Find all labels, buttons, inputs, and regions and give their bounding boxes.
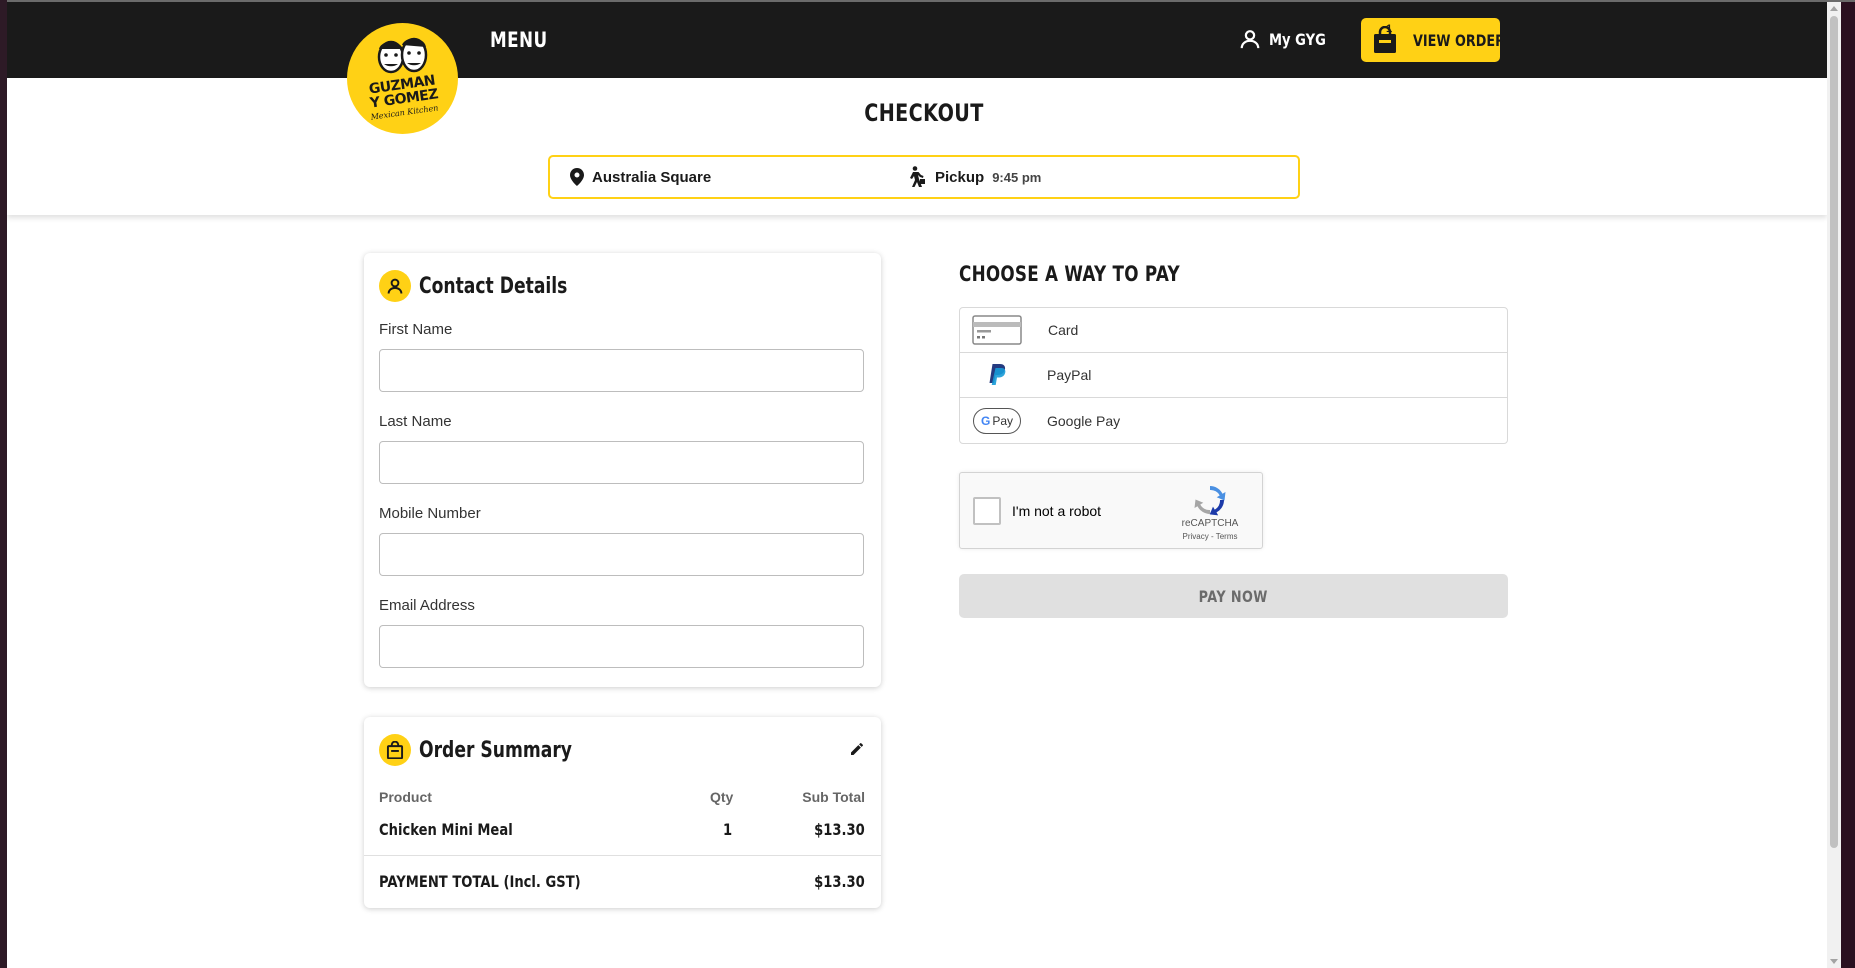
recaptcha-brand: reCAPTCHA: [1181, 518, 1239, 529]
payment-total-label: PAYMENT TOTAL (Incl. GST): [379, 872, 581, 891]
payment-total-value: $13.30: [814, 872, 865, 891]
recaptcha-checkbox[interactable]: [973, 497, 1001, 525]
account-link[interactable]: My GYG: [1239, 28, 1338, 50]
scroll-down-arrow-icon[interactable]: [1830, 959, 1838, 964]
scroll-up-arrow-icon[interactable]: [1830, 6, 1838, 11]
walking-person-icon: [910, 166, 925, 187]
pencil-icon[interactable]: [849, 741, 865, 757]
mobile-number-field[interactable]: [379, 533, 864, 576]
shopping-bag-icon: [379, 734, 411, 766]
recaptcha-widget: I'm not a robot reCAPTCHA Privacy - Term…: [959, 472, 1263, 549]
email-address-field[interactable]: [379, 625, 864, 668]
recaptcha-label: I'm not a robot: [1012, 503, 1102, 519]
view-order-label: VIEW ORDER: [1413, 30, 1505, 50]
order-summary-title: Order Summary: [419, 737, 572, 763]
recaptcha-logo-icon: [1194, 486, 1226, 516]
mobile-number-label: Mobile Number: [379, 505, 481, 522]
payment-method-label: Google Pay: [1047, 412, 1121, 429]
pickup-time: 9:45 pm: [992, 169, 1042, 185]
paypal-icon: [989, 364, 1006, 385]
payment-method-label: Card: [1048, 322, 1079, 338]
order-item-qty: 1: [723, 820, 733, 839]
payment-method-list: Card PayPal G Pay Google Pay: [959, 307, 1508, 444]
cart-count-badge: 1: [1386, 23, 1393, 35]
window-left-edge: [0, 0, 7, 968]
order-item-product: Chicken Mini Meal: [379, 820, 513, 839]
column-header-product: Product: [379, 789, 432, 805]
contact-details-card: Contact Details First Name Last Name Mob…: [364, 253, 881, 687]
first-name-field[interactable]: [379, 349, 864, 392]
page: MENU My GYG 1 VIEW ORDER GUZMAN Y GOMEZ …: [7, 2, 1841, 968]
payment-method-label: PayPal: [1047, 367, 1092, 383]
vertical-scrollbar[interactable]: [1827, 2, 1841, 968]
payment-section-title: CHOOSE A WAY TO PAY: [959, 262, 1180, 286]
menu-link[interactable]: MENU: [490, 28, 548, 52]
checkout-header: CHECKOUT Australia Square Pickup 9:45 pm: [7, 78, 1827, 215]
email-address-label: Email Address: [379, 597, 475, 614]
card-icon: [972, 315, 1022, 345]
order-item-subtotal: $13.30: [814, 820, 865, 839]
brand-logo[interactable]: GUZMAN Y GOMEZ Mexican Kitchen: [347, 23, 458, 134]
location-pin-icon: [570, 168, 584, 186]
order-summary-card: Order Summary Product Qty Sub Total Chic…: [364, 717, 881, 908]
first-name-label: First Name: [379, 321, 453, 338]
view-order-button[interactable]: 1 VIEW ORDER: [1361, 18, 1505, 62]
payment-method-card[interactable]: Card: [960, 308, 1507, 353]
account-label: My GYG: [1269, 29, 1326, 49]
divider: [364, 855, 881, 856]
scrollbar-thumb[interactable]: [1830, 16, 1838, 848]
column-header-subtotal: Sub Total: [802, 789, 865, 805]
recaptcha-privacy-terms-links[interactable]: Privacy - Terms: [1160, 532, 1260, 541]
pickup-selector[interactable]: Pickup 9:45 pm: [907, 166, 1041, 188]
pickup-label: Pickup: [935, 168, 985, 186]
top-navigation-bar: MENU My GYG 1 VIEW ORDER: [7, 2, 1827, 78]
payment-method-paypal[interactable]: PayPal: [960, 353, 1507, 398]
user-icon: [1240, 30, 1260, 49]
pay-now-button[interactable]: PAY NOW: [959, 574, 1508, 618]
google-pay-icon: G Pay: [973, 407, 1021, 434]
order-summary-heading: Order Summary: [379, 734, 615, 766]
store-selector[interactable]: Australia Square: [570, 168, 711, 186]
contact-details-title: Contact Details: [419, 273, 568, 299]
payment-method-google-pay[interactable]: G Pay Google Pay: [960, 398, 1507, 443]
user-icon: [379, 270, 411, 302]
shopping-bag-icon: 1: [1372, 23, 1398, 54]
last-name-label: Last Name: [379, 413, 452, 430]
order-context-bar: Australia Square Pickup 9:45 pm: [548, 155, 1300, 199]
contact-details-heading: Contact Details: [379, 270, 609, 302]
column-header-qty: Qty: [710, 789, 734, 805]
last-name-field[interactable]: [379, 441, 864, 484]
store-name: Australia Square: [592, 168, 712, 186]
